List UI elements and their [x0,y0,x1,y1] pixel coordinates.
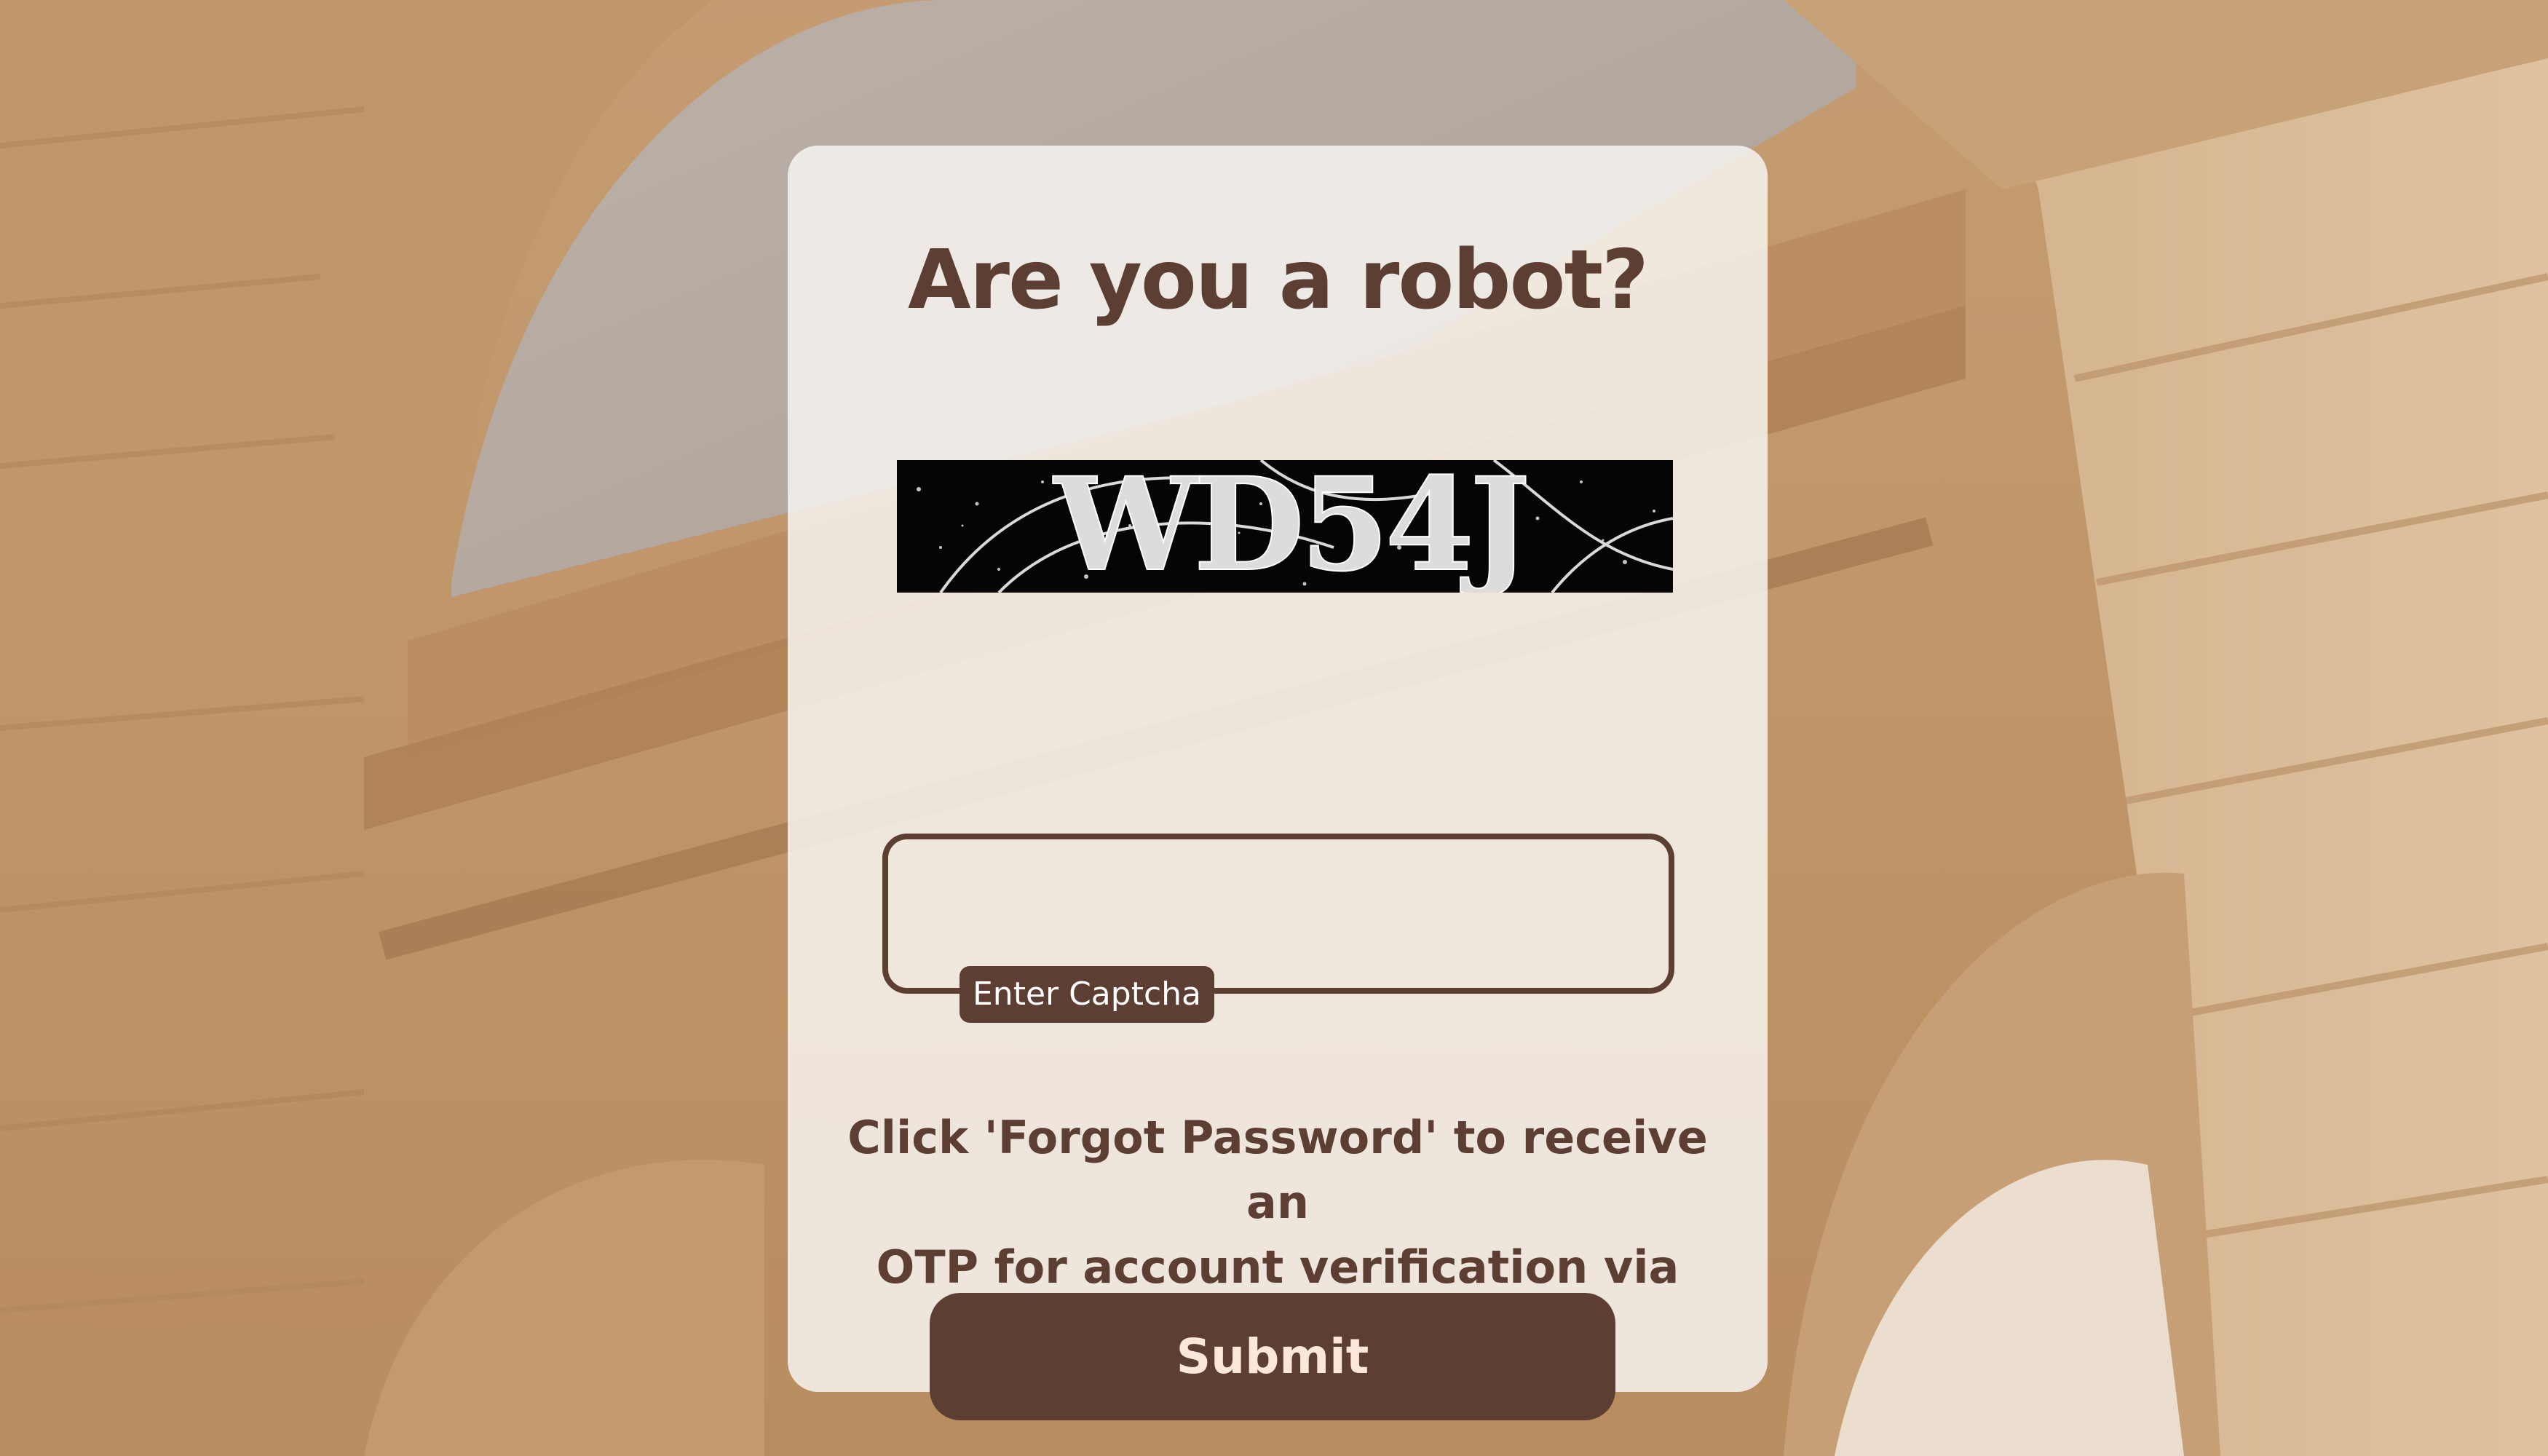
captcha-image: WD54J [897,460,1673,593]
captcha-input-label: Enter Captcha [960,966,1214,1023]
page-title: Are you a robot? [908,233,1649,328]
info-message-line-1: Click 'Forgot Password' to receive an [847,1111,1708,1229]
captcha-card: Are you a robot? WD54J Enter Captcha Cli… [788,146,1768,1420]
submit-button[interactable]: Submit [930,1293,1615,1420]
captcha-text: WD54J [1053,460,1526,593]
captcha-field: Enter Captcha [882,834,1674,1023]
